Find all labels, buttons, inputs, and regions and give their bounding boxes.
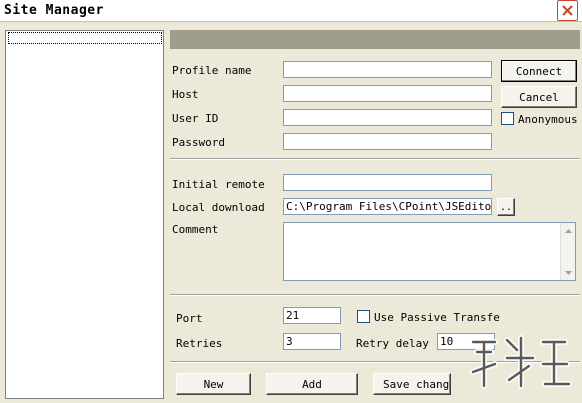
title-bar: Site Manager (0, 0, 582, 22)
separator (170, 158, 580, 160)
local-download-input[interactable]: C:\Program Files\CPoint\JSEditor\F (283, 198, 492, 215)
browse-button[interactable]: .. (497, 198, 515, 216)
anonymous-checkbox[interactable] (501, 112, 514, 125)
close-icon (562, 5, 573, 16)
host-input[interactable] (283, 85, 492, 102)
password-input[interactable] (283, 133, 492, 150)
port-label: Port (176, 312, 203, 325)
scroll-up-icon[interactable] (561, 223, 576, 238)
close-button[interactable] (557, 0, 578, 21)
comment-label: Comment (172, 223, 219, 236)
panel-header-strip (170, 30, 580, 49)
anonymous-label: Anonymous (518, 113, 578, 126)
add-button[interactable]: Add (266, 373, 358, 395)
cancel-button[interactable]: Cancel (501, 86, 577, 108)
save-changes-button[interactable]: Save chang (373, 373, 451, 395)
use-passive-label: Use Passive Transfe (374, 311, 500, 324)
profile-name-label: Profile name (172, 64, 252, 77)
port-input[interactable]: 21 (283, 307, 341, 324)
retries-input[interactable]: 3 (283, 333, 341, 350)
user-id-label: User ID (172, 112, 219, 125)
retry-delay-label: Retry delay (356, 337, 429, 350)
separator (170, 294, 580, 296)
retries-label: Retries (176, 337, 223, 350)
user-id-input[interactable] (283, 109, 492, 126)
tree-selected-item[interactable] (8, 32, 162, 44)
initial-remote-input[interactable] (283, 174, 492, 191)
comment-scrollbar[interactable] (560, 223, 575, 280)
password-label: Password (172, 136, 225, 149)
site-tree[interactable] (5, 30, 164, 399)
host-label: Host (172, 88, 199, 101)
new-button[interactable]: New (176, 373, 251, 395)
local-download-label: Local download (172, 201, 265, 214)
use-passive-checkbox[interactable] (357, 310, 370, 323)
profile-name-input[interactable] (283, 61, 492, 78)
scroll-down-icon[interactable] (561, 265, 576, 280)
initial-remote-label: Initial remote (172, 178, 265, 191)
comment-textarea[interactable] (283, 222, 576, 281)
window-title: Site Manager (4, 3, 104, 18)
watermark-logo-icon (470, 335, 572, 389)
connect-button[interactable]: Connect (501, 60, 577, 82)
